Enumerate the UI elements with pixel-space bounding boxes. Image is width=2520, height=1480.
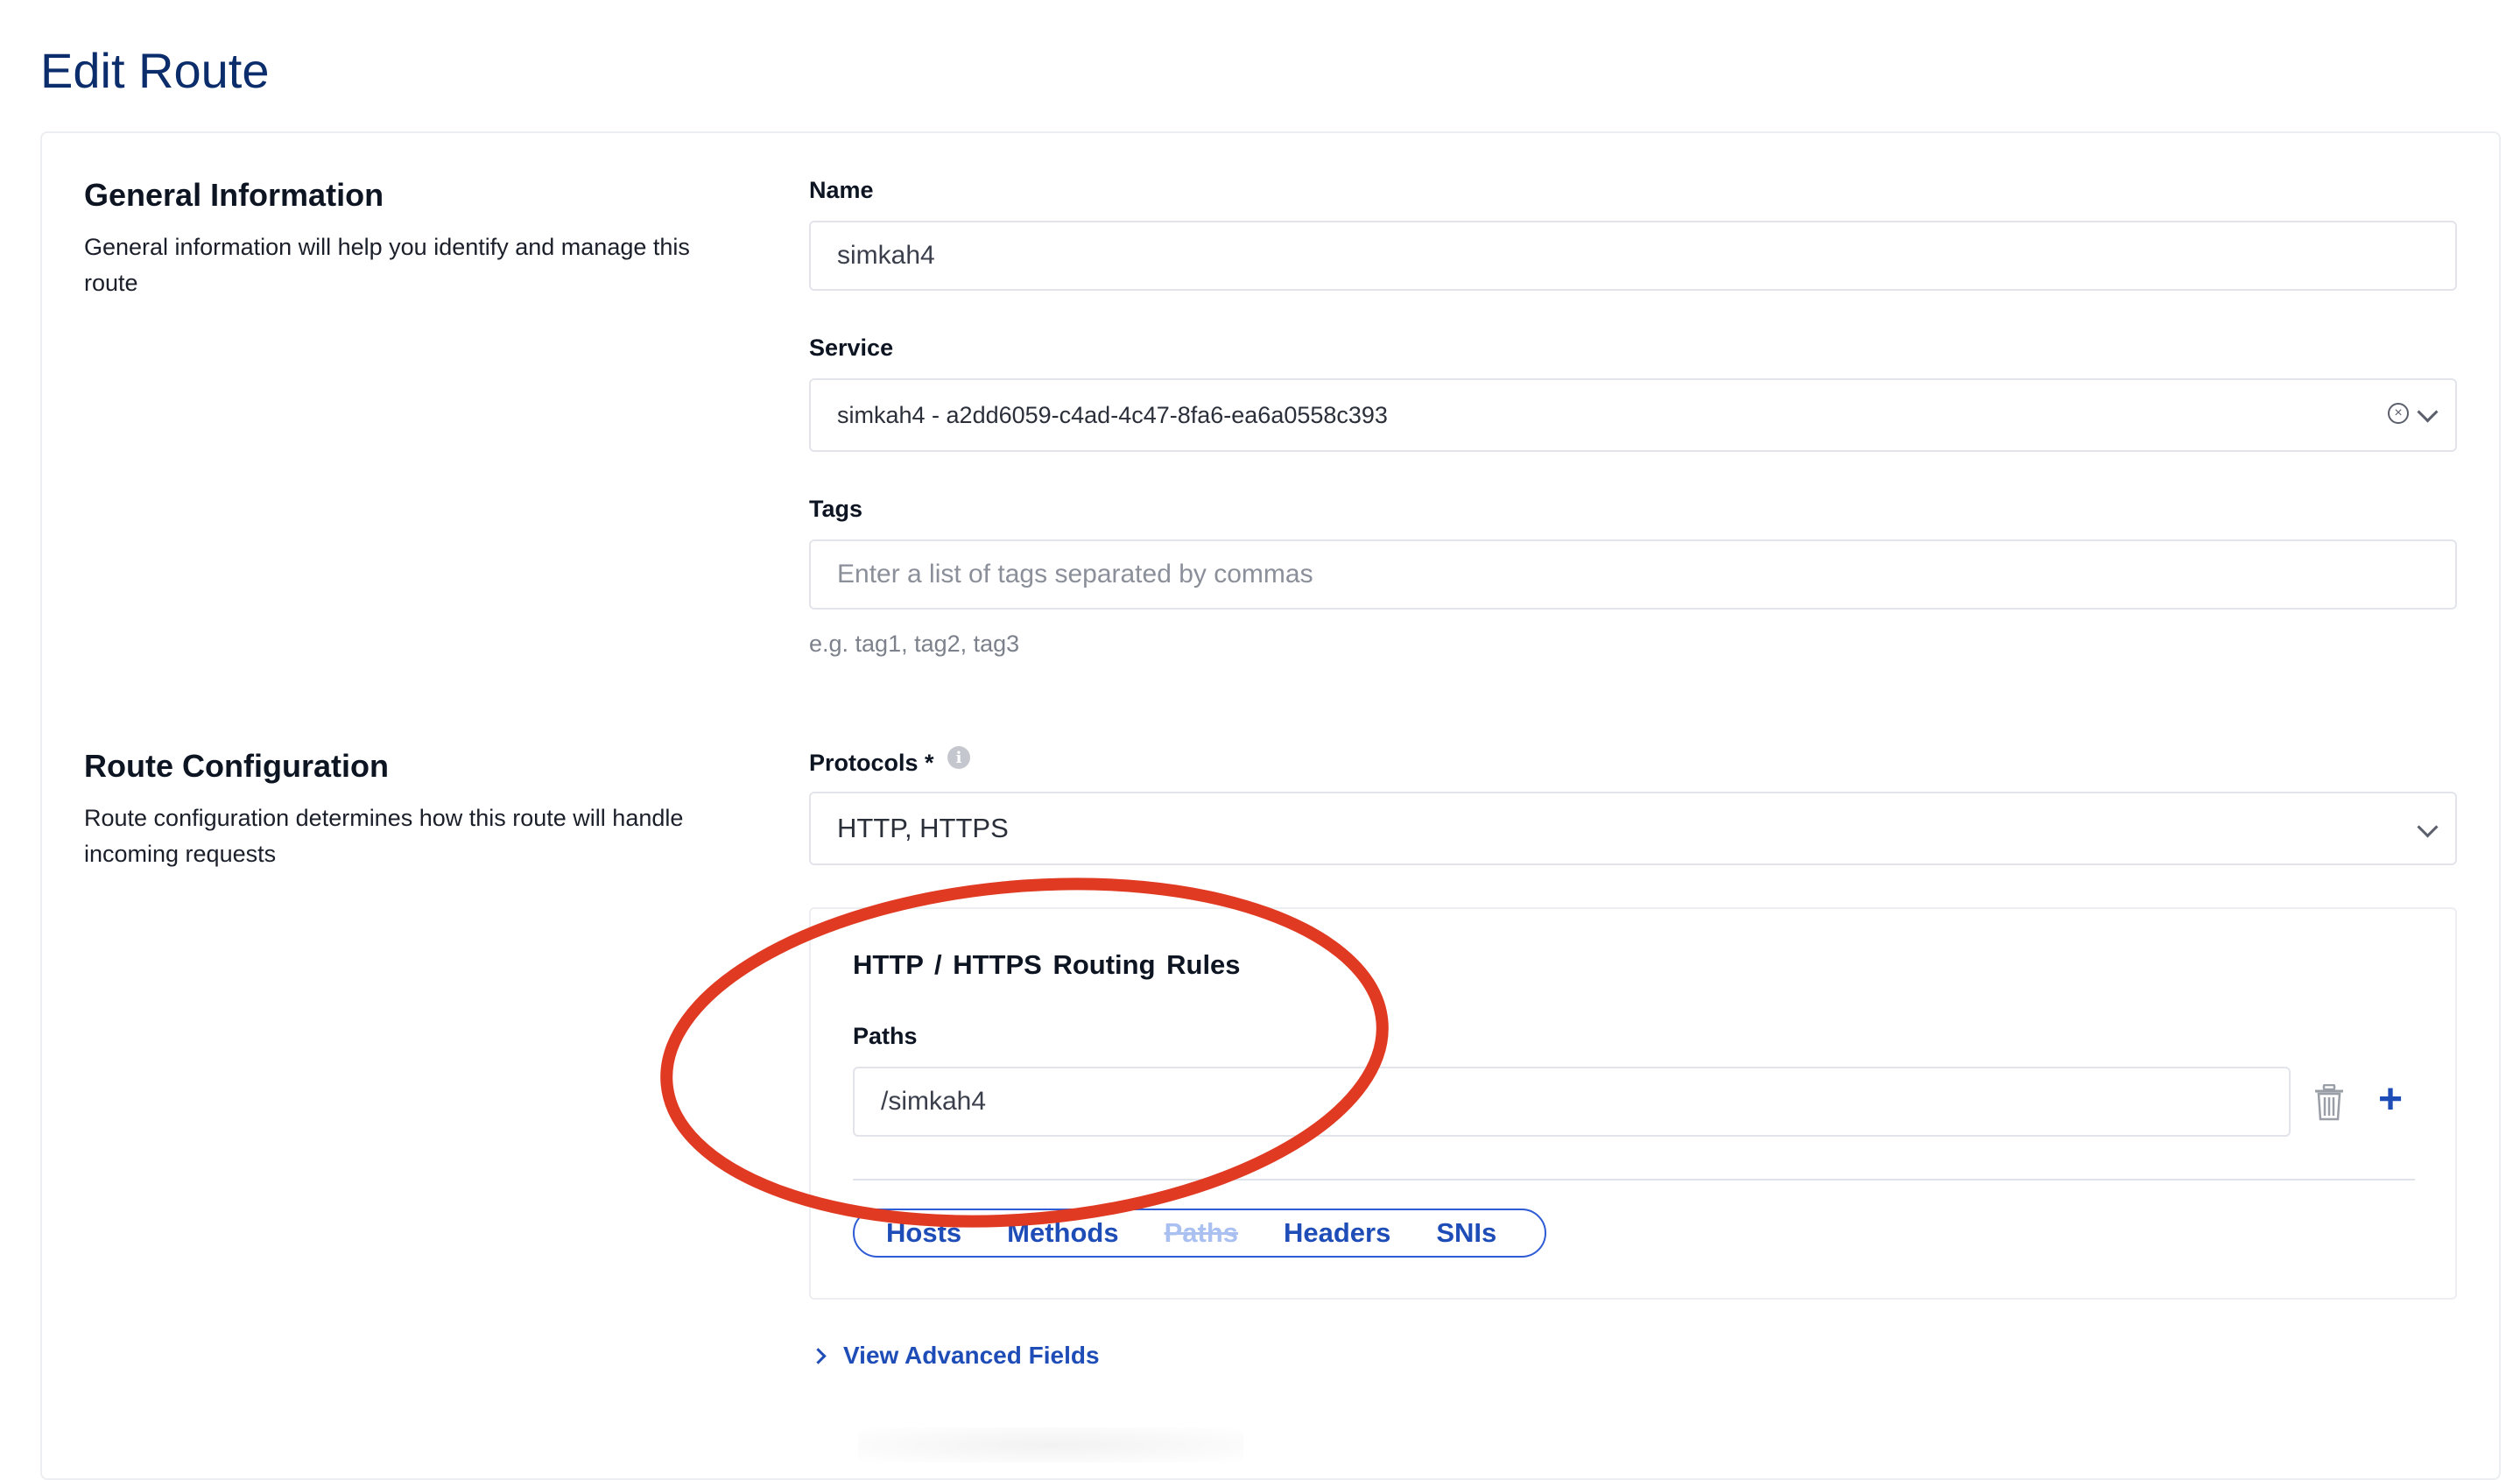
general-info-description: General information will help you identi… (84, 234, 690, 296)
route-config-title: Route Configuration (84, 748, 389, 784)
route-config-description: Route configuration determines how this … (84, 805, 684, 867)
tags-hint: e.g. tag1, tag2, tag3 (809, 631, 1020, 657)
general-info-title: General Information (84, 177, 384, 213)
chevron-right-icon (810, 1347, 827, 1364)
service-label: Service (809, 335, 894, 361)
tags-field[interactable] (809, 539, 2457, 610)
rule-type-selector: Hosts Methods Paths Headers SNIs (853, 1209, 1546, 1258)
rule-tab-hosts[interactable]: Hosts (886, 1217, 961, 1249)
page-title: Edit Route (40, 43, 270, 98)
name-input[interactable] (837, 241, 2455, 271)
bottom-shadow (858, 1427, 1243, 1462)
service-selected-value: simkah4 - a2dd6059-c4ad-4c47-8fa6-ea6a05… (837, 401, 1388, 428)
rule-tab-paths: Paths (1164, 1217, 1238, 1248)
plus-icon[interactable]: + (2378, 1079, 2403, 1121)
service-select[interactable]: simkah4 - a2dd6059-c4ad-4c47-8fa6-ea6a05… (809, 378, 2457, 452)
tags-input[interactable] (837, 560, 2455, 589)
protocols-label: Protocols * (809, 750, 934, 776)
path-field[interactable] (853, 1067, 2291, 1137)
routing-rules-title: HTTP / HTTPS Routing Rules (853, 949, 1241, 980)
view-advanced-fields-label: View Advanced Fields (843, 1342, 1100, 1369)
name-label: Name (809, 177, 874, 203)
rule-tab-snis[interactable]: SNIs (1436, 1217, 1496, 1249)
path-input[interactable] (881, 1087, 2289, 1117)
protocols-select[interactable]: HTTP, HTTPS (809, 792, 2457, 865)
rule-tab-methods[interactable]: Methods (1007, 1217, 1118, 1249)
rule-tab-headers[interactable]: Headers (1284, 1217, 1390, 1249)
name-field[interactable] (809, 221, 2457, 291)
rules-divider (853, 1179, 2415, 1180)
tags-label: Tags (809, 496, 863, 522)
info-icon[interactable]: i (947, 746, 970, 769)
paths-label: Paths (853, 1023, 918, 1049)
trash-icon[interactable] (2313, 1084, 2345, 1121)
protocols-selected-value: HTTP, HTTPS (837, 813, 1009, 843)
clear-icon[interactable]: × (2388, 403, 2409, 424)
view-advanced-fields-link[interactable]: View Advanced Fields (810, 1342, 1100, 1370)
